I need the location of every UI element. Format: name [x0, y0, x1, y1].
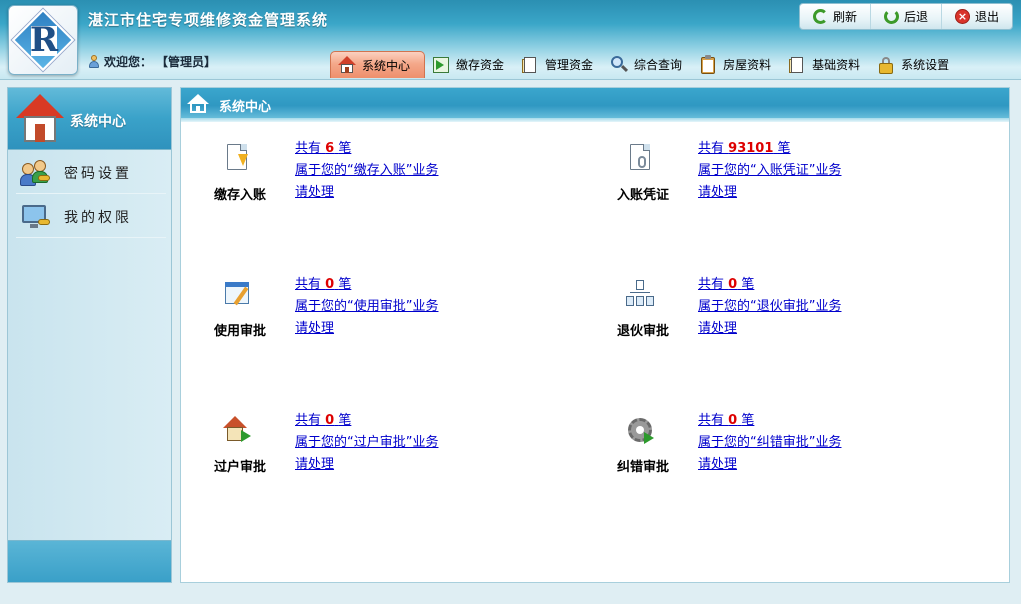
sidebar-item-my-permissions[interactable]: 我的权限 [16, 196, 166, 238]
tab-system-center[interactable]: 系统中心 [330, 51, 426, 78]
tab-base-data[interactable]: 基础资料 [781, 51, 870, 78]
app-header: R 湛江市住宅专项维修资金管理系统 欢迎您： 【管理员】 刷新 后退 × 退出 系… [0, 0, 1021, 80]
base-data-icon [787, 55, 807, 75]
task-voucher: 入账凭证 共有 93101 笔 属于您的“入账凭证”业务 请处理 [584, 128, 964, 208]
tab-label: 综合查询 [634, 58, 683, 72]
refresh-icon [812, 9, 828, 24]
welcome-label: 欢迎您： [104, 55, 153, 69]
tab-manage-funds[interactable]: 管理资金 [514, 51, 603, 78]
tab-system-settings[interactable]: 系统设置 [870, 51, 959, 78]
exit-icon: × [954, 9, 970, 24]
sidebar-footer [8, 540, 171, 582]
task-desc-link[interactable]: 属于您的“使用审批”业务 [295, 296, 438, 318]
voucher-icon [624, 142, 656, 174]
back-button[interactable]: 后退 [871, 4, 942, 29]
tab-house-data[interactable]: 房屋资料 [692, 51, 781, 78]
tab-label: 管理资金 [545, 58, 594, 72]
usage-approval-icon [221, 278, 253, 310]
sidebar-header[interactable]: 系统中心 [8, 88, 171, 150]
house-icon [14, 92, 66, 146]
logo-letter: R [29, 20, 59, 60]
monitor-key-icon [20, 201, 52, 233]
back-label: 后退 [903, 10, 928, 24]
task-count-link[interactable]: 共有 0 笔 [698, 410, 841, 432]
users-key-icon [20, 157, 52, 189]
deposit-entry-icon [221, 142, 253, 174]
refresh-button[interactable]: 刷新 [800, 4, 871, 29]
task-correction-approval: 纠错审批 共有 0 笔 属于您的“纠错审批”业务 请处理 [584, 400, 964, 480]
task-count-link[interactable]: 共有 6 笔 [295, 138, 438, 160]
app-logo: R [8, 5, 78, 75]
task-count: 0 [728, 277, 738, 292]
task-withdrawal-approval: 退伙审批 共有 0 笔 属于您的“退伙审批”业务 请处理 [584, 264, 964, 344]
manage-funds-icon [520, 55, 540, 75]
task-process-link[interactable]: 请处理 [698, 182, 841, 204]
house-icon [337, 55, 357, 75]
back-icon [883, 9, 899, 24]
app-title: 湛江市住宅专项维修资金管理系统 [88, 11, 329, 29]
task-process-link[interactable]: 请处理 [698, 318, 841, 340]
task-label: 入账凭证 [616, 188, 669, 203]
withdrawal-approval-icon [624, 278, 656, 310]
task-count-link[interactable]: 共有 0 笔 [698, 274, 841, 296]
task-label: 缴存入账 [213, 188, 266, 203]
task-desc-link[interactable]: 属于您的“入账凭证”业务 [698, 160, 841, 182]
welcome-text: 欢迎您： 【管理员】 [88, 53, 216, 70]
tab-deposit-funds[interactable]: 缴存资金 [425, 51, 514, 78]
task-count-link[interactable]: 共有 0 笔 [295, 274, 438, 296]
sidebar-item-label: 我的权限 [64, 209, 132, 226]
task-label: 纠错审批 [616, 460, 669, 475]
task-desc-link[interactable]: 属于您的“过户审批”业务 [295, 432, 438, 454]
magnifier-icon [609, 55, 629, 75]
correction-approval-icon [624, 414, 656, 446]
home-outline-icon [187, 94, 209, 114]
sidebar-item-password-settings[interactable]: 密码设置 [16, 152, 166, 194]
main-header: 系统中心 [181, 88, 1009, 120]
task-process-link[interactable]: 请处理 [295, 182, 438, 204]
task-label: 过户审批 [213, 460, 266, 475]
task-label: 使用审批 [213, 324, 266, 339]
sidebar: 系统中心 密码设置 我的权限 [7, 87, 172, 583]
tab-label: 系统中心 [362, 58, 411, 73]
task-deposit-entry: 缴存入账 共有 6 笔 属于您的“缴存入账”业务 请处理 [181, 128, 561, 208]
task-process-link[interactable]: 请处理 [295, 318, 438, 340]
task-count-link[interactable]: 共有 93101 笔 [698, 138, 841, 160]
refresh-label: 刷新 [832, 10, 857, 24]
task-desc-link[interactable]: 属于您的“缴存入账”业务 [295, 160, 438, 182]
task-process-link[interactable]: 请处理 [295, 454, 438, 476]
task-count-link[interactable]: 共有 0 笔 [295, 410, 438, 432]
main-nav: 系统中心 缴存资金 管理资金 综合查询 房屋资料 基础资料 系统设置 [330, 50, 959, 78]
tab-label: 基础资料 [812, 58, 861, 72]
task-count: 0 [325, 277, 335, 292]
lock-icon [876, 55, 896, 75]
task-count: 0 [728, 413, 738, 428]
sidebar-item-label: 密码设置 [64, 165, 132, 182]
task-count: 6 [325, 141, 335, 156]
clipboard-icon [698, 54, 718, 75]
exit-label: 退出 [974, 10, 999, 24]
transfer-approval-icon [221, 414, 253, 446]
user-icon [88, 55, 100, 68]
sidebar-header-label: 系统中心 [70, 114, 126, 130]
main-panel: 系统中心 缴存入账 共有 6 笔 属于您的“缴存入账”业务 请处理 入账凭证 共… [180, 87, 1010, 583]
task-count: 93101 [728, 141, 774, 156]
main-title: 系统中心 [219, 100, 272, 115]
top-actions: 刷新 后退 × 退出 [798, 3, 1013, 30]
tab-query[interactable]: 综合查询 [603, 51, 692, 78]
tab-label: 房屋资料 [723, 58, 772, 72]
task-desc-link[interactable]: 属于您的“纠错审批”业务 [698, 432, 841, 454]
task-count: 0 [325, 413, 335, 428]
task-transfer-approval: 过户审批 共有 0 笔 属于您的“过户审批”业务 请处理 [181, 400, 561, 480]
tab-label: 系统设置 [901, 58, 950, 72]
user-name: 【管理员】 [156, 55, 217, 69]
task-label: 退伙审批 [616, 324, 669, 339]
task-process-link[interactable]: 请处理 [698, 454, 841, 476]
deposit-icon [431, 55, 451, 75]
task-usage-approval: 使用审批 共有 0 笔 属于您的“使用审批”业务 请处理 [181, 264, 561, 344]
tab-label: 缴存资金 [456, 58, 505, 72]
exit-button[interactable]: × 退出 [942, 4, 1012, 29]
task-desc-link[interactable]: 属于您的“退伙审批”业务 [698, 296, 841, 318]
